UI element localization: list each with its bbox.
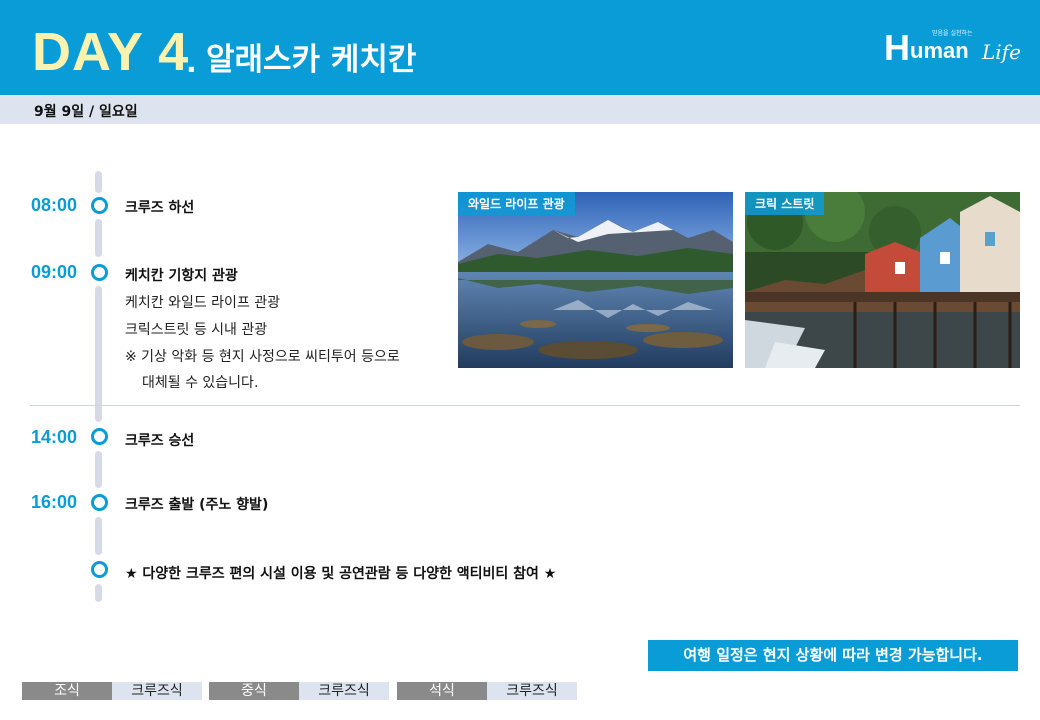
photo-caption: 와일드 라이프 관광: [458, 192, 575, 215]
timeline-segment: [95, 286, 102, 422]
title-separator: .: [186, 46, 197, 79]
timeline-segment: [95, 584, 102, 602]
timeline-marker: [91, 197, 108, 214]
meal-value-lunch: 크루즈식: [299, 682, 389, 700]
schedule-item: 크루즈 승선: [125, 433, 195, 449]
day-number: 4: [158, 22, 190, 82]
meal-value-breakfast: 크루즈식: [112, 682, 202, 700]
logo-letter: H: [884, 27, 910, 68]
schedule-note: 대체될 수 있습니다.: [142, 375, 259, 391]
schedule-item: 크루즈 하선: [125, 200, 195, 216]
meal-value-dinner: 크루즈식: [487, 682, 577, 700]
schedule-detail: 케치칸 와일드 라이프 관광: [125, 295, 281, 311]
activity-highlight: ★ 다양한 크루즈 편의 시설 이용 및 공연관람 등 다양한 액티비티 참여 …: [125, 566, 557, 582]
meal-label-breakfast: 조식: [22, 682, 112, 700]
mountain-lake-image: [458, 192, 733, 368]
timeline-segment: [95, 451, 102, 488]
wildlife-photo: 와일드 라이프 관광: [458, 192, 733, 368]
logo-tagline: 믿음을 실천하는: [932, 30, 973, 37]
day-label: DAY: [32, 22, 145, 82]
timeline-marker: [91, 428, 108, 445]
date-bar: 9월 9일 / 일요일: [0, 95, 1040, 124]
timeline-segment: [95, 171, 102, 193]
creek-street-photo: 크릭 스트릿: [745, 192, 1020, 368]
timeline-segment: [95, 219, 102, 257]
section-divider: [30, 405, 1020, 406]
schedule-detail: 크릭스트릿 등 시내 관광: [125, 322, 268, 338]
meal-label-dinner: 석식: [397, 682, 487, 700]
timeline-segment: [95, 517, 102, 555]
photo-caption: 크릭 스트릿: [745, 192, 825, 215]
logo-word: uman: [910, 38, 969, 63]
schedule-time: 08:00: [31, 195, 78, 215]
itinerary-notice: 여행 일정은 현지 상황에 따라 변경 가능합니다.: [648, 640, 1018, 671]
meal-label-lunch: 중식: [209, 682, 299, 700]
schedule-item: 케치칸 기항지 관광: [125, 268, 238, 284]
schedule-note: ※ 기상 악화 등 현지 사정으로 씨티투어 등으로: [125, 349, 400, 365]
human-life-logo: 믿음을 실천하는 H uman Life: [884, 28, 1024, 76]
date-text: 9월 9일 / 일요일: [34, 104, 138, 120]
day-title: DAY 4: [32, 22, 189, 82]
schedule-time: 14:00: [31, 427, 78, 447]
destination-title: 알래스카 케치칸: [206, 42, 417, 78]
schedule-item: 크루즈 출발 (주노 향발): [125, 497, 269, 513]
timeline-marker: [91, 494, 108, 511]
timeline-marker: [91, 264, 108, 281]
timeline-marker: [91, 561, 108, 578]
creek-street-image: [745, 192, 1020, 368]
schedule-time: 16:00: [31, 492, 78, 512]
header-banner: DAY 4 . 알래스카 케치칸 믿음을 실천하는 H uman Life: [0, 0, 1040, 95]
logo-script: Life: [982, 40, 1021, 64]
schedule-time: 09:00: [31, 262, 78, 282]
